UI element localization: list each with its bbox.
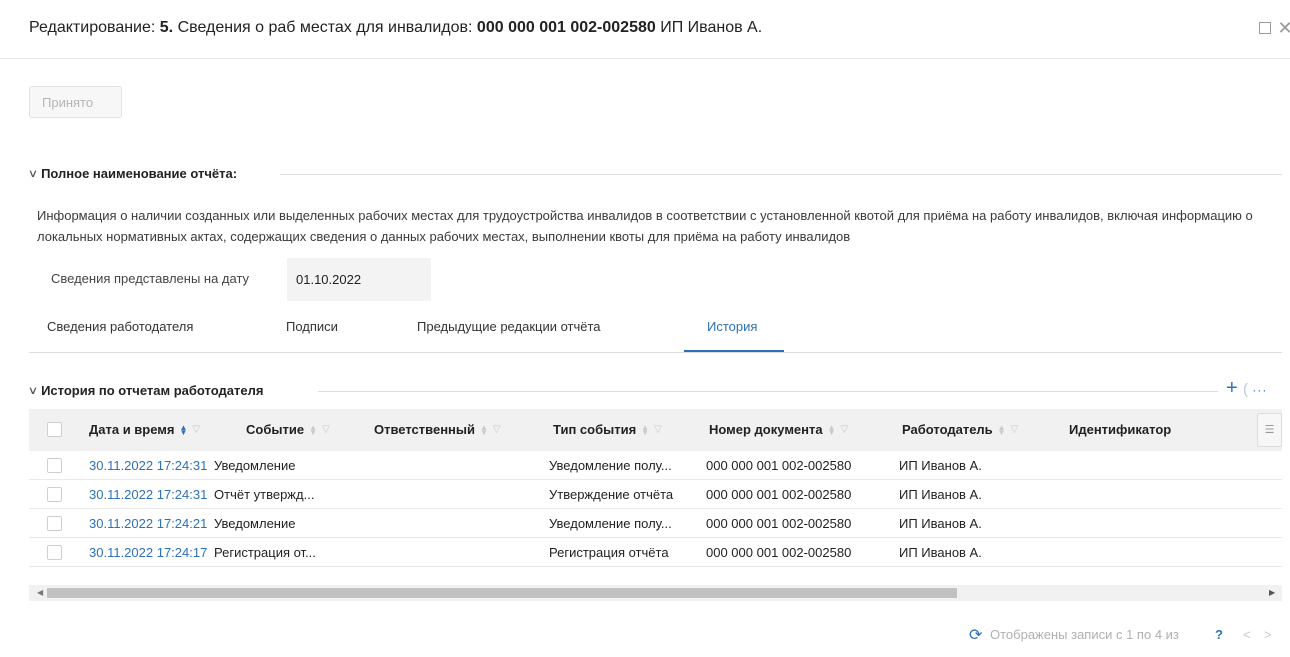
- cell-employer: ИП Иванов А.: [899, 487, 982, 502]
- window-title: Редактирование: 5. Сведения о раб местах…: [29, 19, 763, 36]
- filter-icon[interactable]: ▽: [493, 424, 501, 435]
- section-divider: [280, 174, 1282, 175]
- column-header-employer[interactable]: Работодатель ▲ ▼ ▽: [902, 422, 1018, 437]
- report-description: Информация о наличии созданных или выдел…: [37, 208, 1253, 244]
- scrollbar-thumb[interactable]: [47, 588, 957, 598]
- sort-icon[interactable]: ▲ ▼: [998, 423, 1006, 436]
- column-header-event-type[interactable]: Тип события ▲ ▼ ▽: [553, 422, 662, 437]
- filter-icon[interactable]: ▽: [654, 424, 662, 435]
- cell-employer: ИП Иванов А.: [899, 516, 982, 531]
- table-row[interactable]: 30.11.2022 17:24:31 Уведомление Уведомле…: [29, 451, 1282, 480]
- history-section-header[interactable]: ∨ История по отчетам работодателя: [27, 383, 264, 398]
- column-header-event[interactable]: Событие ▲ ▼ ▽: [246, 422, 330, 437]
- chevron-down-icon: ∨: [27, 168, 39, 180]
- sort-icon[interactable]: ▲ ▼: [480, 423, 488, 436]
- window-titlebar: Редактирование: 5. Сведения о раб местах…: [0, 0, 1290, 59]
- tab-signatures[interactable]: Подписи: [286, 319, 338, 334]
- prev-page-button[interactable]: <: [1243, 627, 1251, 642]
- refresh-icon[interactable]: ⟳: [969, 625, 982, 645]
- table-row[interactable]: 30.11.2022 17:24:31 Отчёт утвержд... Утв…: [29, 480, 1282, 509]
- row-checkbox[interactable]: [47, 458, 62, 473]
- total-count-help[interactable]: ?: [1215, 627, 1223, 642]
- tab-employer-info[interactable]: Сведения работодателя: [47, 319, 193, 334]
- active-tab-indicator: [684, 350, 784, 352]
- maximize-icon[interactable]: [1255, 18, 1275, 38]
- filter-icon[interactable]: ▽: [192, 424, 200, 435]
- cell-datetime[interactable]: 30.11.2022 17:24:31: [89, 458, 207, 473]
- scroll-right-icon[interactable]: ▶: [1269, 588, 1275, 597]
- tab-history[interactable]: История: [707, 319, 757, 334]
- more-options-icon[interactable]: ( ···: [1243, 381, 1267, 398]
- cell-event: Уведомление: [214, 458, 296, 473]
- close-icon[interactable]: ✕: [1275, 18, 1290, 38]
- table-header: Дата и время ▲ ▼ ▽ Событие ▲ ▼ ▽ Ответстве…: [29, 409, 1282, 451]
- row-checkbox[interactable]: [47, 545, 62, 560]
- row-checkbox[interactable]: [47, 487, 62, 502]
- horizontal-scrollbar[interactable]: ◀ ▶: [29, 585, 1282, 601]
- scroll-left-icon[interactable]: ◀: [37, 588, 43, 597]
- cell-event-type: Уведомление полу...: [549, 516, 672, 531]
- sort-icon[interactable]: ▲ ▼: [828, 423, 836, 436]
- pagination-info: Отображены записи с 1 по 4 из: [990, 627, 1179, 642]
- column-settings-icon[interactable]: ☰: [1257, 413, 1282, 447]
- chevron-down-icon: ∨: [27, 385, 39, 397]
- cell-employer: ИП Иванов А.: [899, 545, 982, 560]
- filter-icon[interactable]: ▽: [1011, 424, 1019, 435]
- cell-event: Отчёт утвержд...: [214, 487, 315, 502]
- table-row[interactable]: 30.11.2022 17:24:21 Уведомление Уведомле…: [29, 509, 1282, 538]
- cell-datetime[interactable]: 30.11.2022 17:24:21: [89, 516, 207, 531]
- report-name-section-title: Полное наименование отчёта:: [41, 166, 238, 181]
- cell-event-type: Утверждение отчёта: [549, 487, 674, 502]
- column-header-doc-number[interactable]: Номер документа ▲ ▼ ▽: [709, 422, 848, 437]
- cell-doc-number: 000 000 001 002-002580: [706, 545, 852, 560]
- cell-event-type: Уведомление полу...: [549, 458, 672, 473]
- next-page-button[interactable]: >: [1264, 627, 1272, 642]
- cell-doc-number: 000 000 001 002-002580: [706, 458, 852, 473]
- tabs-bar: Сведения работодателя Подписи Предыдущие…: [29, 312, 1282, 353]
- table-row[interactable]: 30.11.2022 17:24:17 Регистрация от... Ре…: [29, 538, 1282, 567]
- add-icon[interactable]: +: [1226, 378, 1238, 398]
- history-section-title: История по отчетам работодателя: [41, 383, 264, 398]
- filter-icon[interactable]: ▽: [322, 424, 330, 435]
- column-header-datetime[interactable]: Дата и время ▲ ▼ ▽: [89, 422, 200, 437]
- sort-icon[interactable]: ▲ ▼: [309, 423, 317, 436]
- cell-datetime[interactable]: 30.11.2022 17:24:31: [89, 487, 207, 502]
- accept-button[interactable]: Принято: [29, 86, 122, 118]
- cell-doc-number: 000 000 001 002-002580: [706, 516, 852, 531]
- section-divider: [318, 391, 1218, 392]
- cell-event: Регистрация от...: [214, 545, 316, 560]
- sort-desc-icon[interactable]: ▲ ▼: [180, 423, 188, 436]
- filter-icon[interactable]: ▽: [841, 424, 849, 435]
- tab-previous-versions[interactable]: Предыдущие редакции отчёта: [417, 319, 601, 334]
- sort-icon[interactable]: ▲ ▼: [641, 423, 649, 436]
- column-header-identifier[interactable]: Идентификатор: [1069, 422, 1171, 437]
- select-all-checkbox[interactable]: [47, 422, 62, 437]
- report-name-section-header[interactable]: ∨ Полное наименование отчёта:: [27, 166, 238, 181]
- report-date-field[interactable]: 01.10.2022: [287, 258, 431, 301]
- date-field-label: Сведения представлены на дату: [51, 271, 250, 286]
- cell-event: Уведомление: [214, 516, 296, 531]
- cell-doc-number: 000 000 001 002-002580: [706, 487, 852, 502]
- column-header-responsible[interactable]: Ответственный ▲ ▼ ▽: [374, 422, 501, 437]
- cell-employer: ИП Иванов А.: [899, 458, 982, 473]
- row-checkbox[interactable]: [47, 516, 62, 531]
- cell-event-type: Регистрация отчёта: [549, 545, 669, 560]
- cell-datetime[interactable]: 30.11.2022 17:24:17: [89, 545, 207, 560]
